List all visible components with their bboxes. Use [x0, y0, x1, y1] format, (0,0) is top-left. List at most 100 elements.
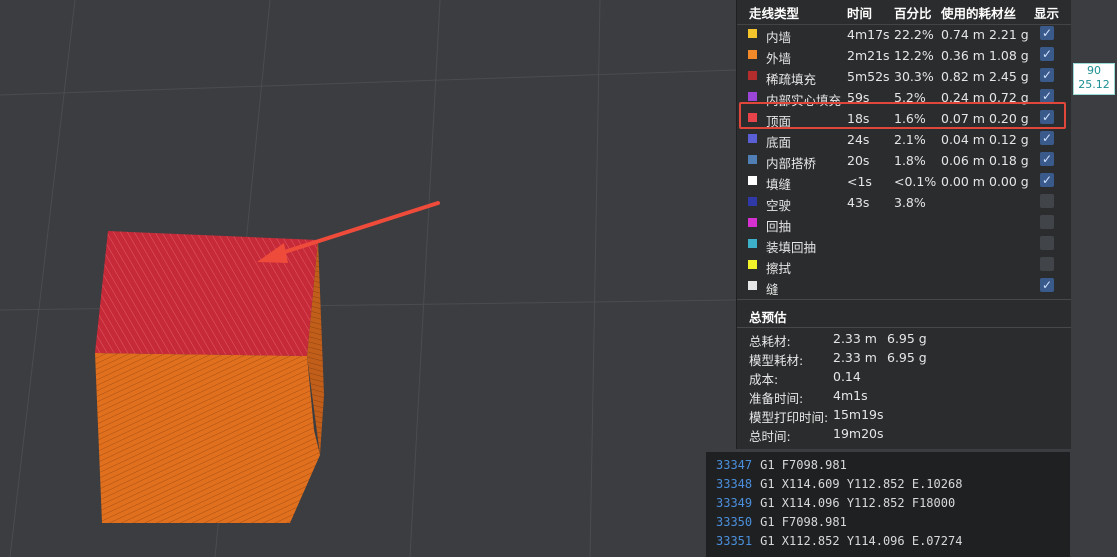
summary-value: 2.33 m — [833, 350, 877, 365]
summary-label: 模型耗材: — [749, 353, 804, 368]
row-time: 43s — [847, 195, 870, 210]
layer-height-value: 25.12 — [1078, 78, 1110, 91]
gcode-command: G1 X114.096 Y112.852 F18000 — [760, 496, 956, 510]
color-swatch — [748, 71, 757, 80]
row-weight: 2.45 g — [989, 69, 1029, 84]
show-checkbox[interactable] — [1040, 215, 1054, 229]
row-percent: 12.2% — [894, 48, 934, 63]
top-surface-highlight-box — [739, 102, 1066, 129]
layer-height-label: 90 25.12 — [1073, 63, 1115, 95]
check-icon: ✓ — [1041, 131, 1053, 145]
check-icon: ✓ — [1041, 68, 1053, 82]
legend-row: 填缝 <1s <0.1% 0.00 m 0.00 g ✓ — [737, 171, 1071, 192]
color-swatch — [748, 260, 757, 269]
row-percent: 3.8% — [894, 195, 926, 210]
header-filament: 使用的耗材丝 — [941, 5, 1017, 21]
gcode-viewer[interactable]: 33347 G1 F7098.981 33348 G1 X114.609 Y112.8… — [706, 452, 1070, 557]
row-weight: 0.18 g — [989, 153, 1029, 168]
row-percent: 30.3% — [894, 69, 934, 84]
color-swatch — [748, 155, 757, 164]
row-name: 外墙 — [766, 51, 792, 66]
show-checkbox[interactable]: ✓ — [1040, 131, 1054, 145]
legend-row: 回抽 — [737, 213, 1071, 234]
legend-row: 缝 ✓ — [737, 276, 1071, 297]
gcode-line-number: 33347 — [716, 458, 753, 472]
check-icon: ✓ — [1041, 89, 1053, 103]
gcode-line[interactable]: 33347 G1 F7098.981 — [716, 458, 847, 477]
check-icon: ✓ — [1041, 278, 1053, 292]
row-weight: 0.00 g — [989, 174, 1029, 189]
check-icon: ✓ — [1041, 47, 1053, 61]
row-percent: 1.8% — [894, 153, 926, 168]
summary-value-2: 6.95 g — [887, 350, 927, 365]
header-percent: 百分比 — [894, 5, 932, 21]
gcode-line[interactable]: 33351 G1 X112.852 Y114.096 E.07274 — [716, 534, 962, 553]
row-time: 4m17s — [847, 27, 890, 42]
legend-header: 走线类型 时间 百分比 使用的耗材丝 显示 — [737, 0, 1071, 25]
summary-title: 总预估 — [749, 310, 787, 325]
annotation-arrow — [257, 201, 440, 263]
legend-row: 擦拭 — [737, 255, 1071, 276]
row-name: 填缝 — [766, 177, 792, 192]
show-checkbox[interactable]: ✓ — [1040, 68, 1054, 82]
row-weight: 2.21 g — [989, 27, 1029, 42]
row-name: 缝 — [766, 282, 779, 297]
show-checkbox[interactable]: ✓ — [1040, 173, 1054, 187]
row-time: 5m52s — [847, 69, 890, 84]
summary-value: 4m1s — [833, 388, 868, 403]
row-name: 底面 — [766, 135, 792, 150]
row-time: <1s — [847, 174, 872, 189]
row-name: 内部搭桥 — [766, 156, 817, 171]
row-name: 稀疏填充 — [766, 72, 817, 87]
row-name: 空驶 — [766, 198, 792, 213]
row-percent: <0.1% — [894, 174, 937, 189]
row-name: 擦拭 — [766, 261, 792, 276]
color-swatch — [748, 176, 757, 185]
gcode-line[interactable]: 33350 G1 F7098.981 — [716, 515, 847, 534]
summary-label: 成本: — [749, 372, 779, 387]
color-swatch — [748, 92, 757, 101]
row-time: 2m21s — [847, 48, 890, 63]
color-swatch — [748, 218, 757, 227]
show-checkbox[interactable] — [1040, 194, 1054, 208]
color-swatch — [748, 50, 757, 59]
show-checkbox[interactable]: ✓ — [1040, 89, 1054, 103]
color-swatch — [748, 29, 757, 38]
color-swatch — [748, 239, 757, 248]
check-icon: ✓ — [1041, 173, 1053, 187]
gcode-command: G1 X114.609 Y112.852 E.10268 — [760, 477, 963, 491]
summary-value-2: 6.95 g — [887, 331, 927, 346]
show-checkbox[interactable] — [1040, 257, 1054, 271]
row-length: 0.06 m — [941, 153, 985, 168]
gcode-line-number: 33351 — [716, 534, 753, 548]
summary-value: 2.33 m — [833, 331, 877, 346]
show-checkbox[interactable]: ✓ — [1040, 47, 1054, 61]
show-checkbox[interactable]: ✓ — [1040, 26, 1054, 40]
header-time: 时间 — [847, 5, 873, 21]
gcode-line[interactable]: 33348 G1 X114.609 Y112.852 E.10268 — [716, 477, 962, 496]
gcode-line-number: 33348 — [716, 477, 753, 491]
row-time: 20s — [847, 153, 870, 168]
summary-value: 15m19s — [833, 407, 884, 422]
gcode-line[interactable]: 33349 G1 X114.096 Y112.852 F18000 — [716, 496, 955, 515]
show-checkbox[interactable] — [1040, 236, 1054, 250]
row-weight: 0.12 g — [989, 132, 1029, 147]
legend-row: 底面 24s 2.1% 0.04 m 0.12 g ✓ — [737, 129, 1071, 150]
summary-label: 总时间: — [749, 429, 791, 444]
check-icon: ✓ — [1041, 26, 1053, 40]
show-checkbox[interactable]: ✓ — [1040, 152, 1054, 166]
legend-row: 内墙 4m17s 22.2% 0.74 m 2.21 g ✓ — [737, 24, 1071, 45]
row-length: 0.36 m — [941, 48, 985, 63]
row-length: 0.74 m — [941, 27, 985, 42]
show-checkbox[interactable]: ✓ — [1040, 278, 1054, 292]
gcode-command: G1 F7098.981 — [760, 458, 847, 472]
row-weight: 1.08 g — [989, 48, 1029, 63]
header-type: 走线类型 — [749, 5, 800, 21]
legend-row: 稀疏填充 5m52s 30.3% 0.82 m 2.45 g ✓ — [737, 66, 1071, 87]
legend-row: 外墙 2m21s 12.2% 0.36 m 1.08 g ✓ — [737, 45, 1071, 66]
summary-value: 19m20s — [833, 426, 884, 441]
legend-row: 装填回抽 — [737, 234, 1071, 255]
header-show: 显示 — [1034, 5, 1060, 21]
color-swatch — [748, 197, 757, 206]
cube-front-face — [95, 353, 320, 523]
